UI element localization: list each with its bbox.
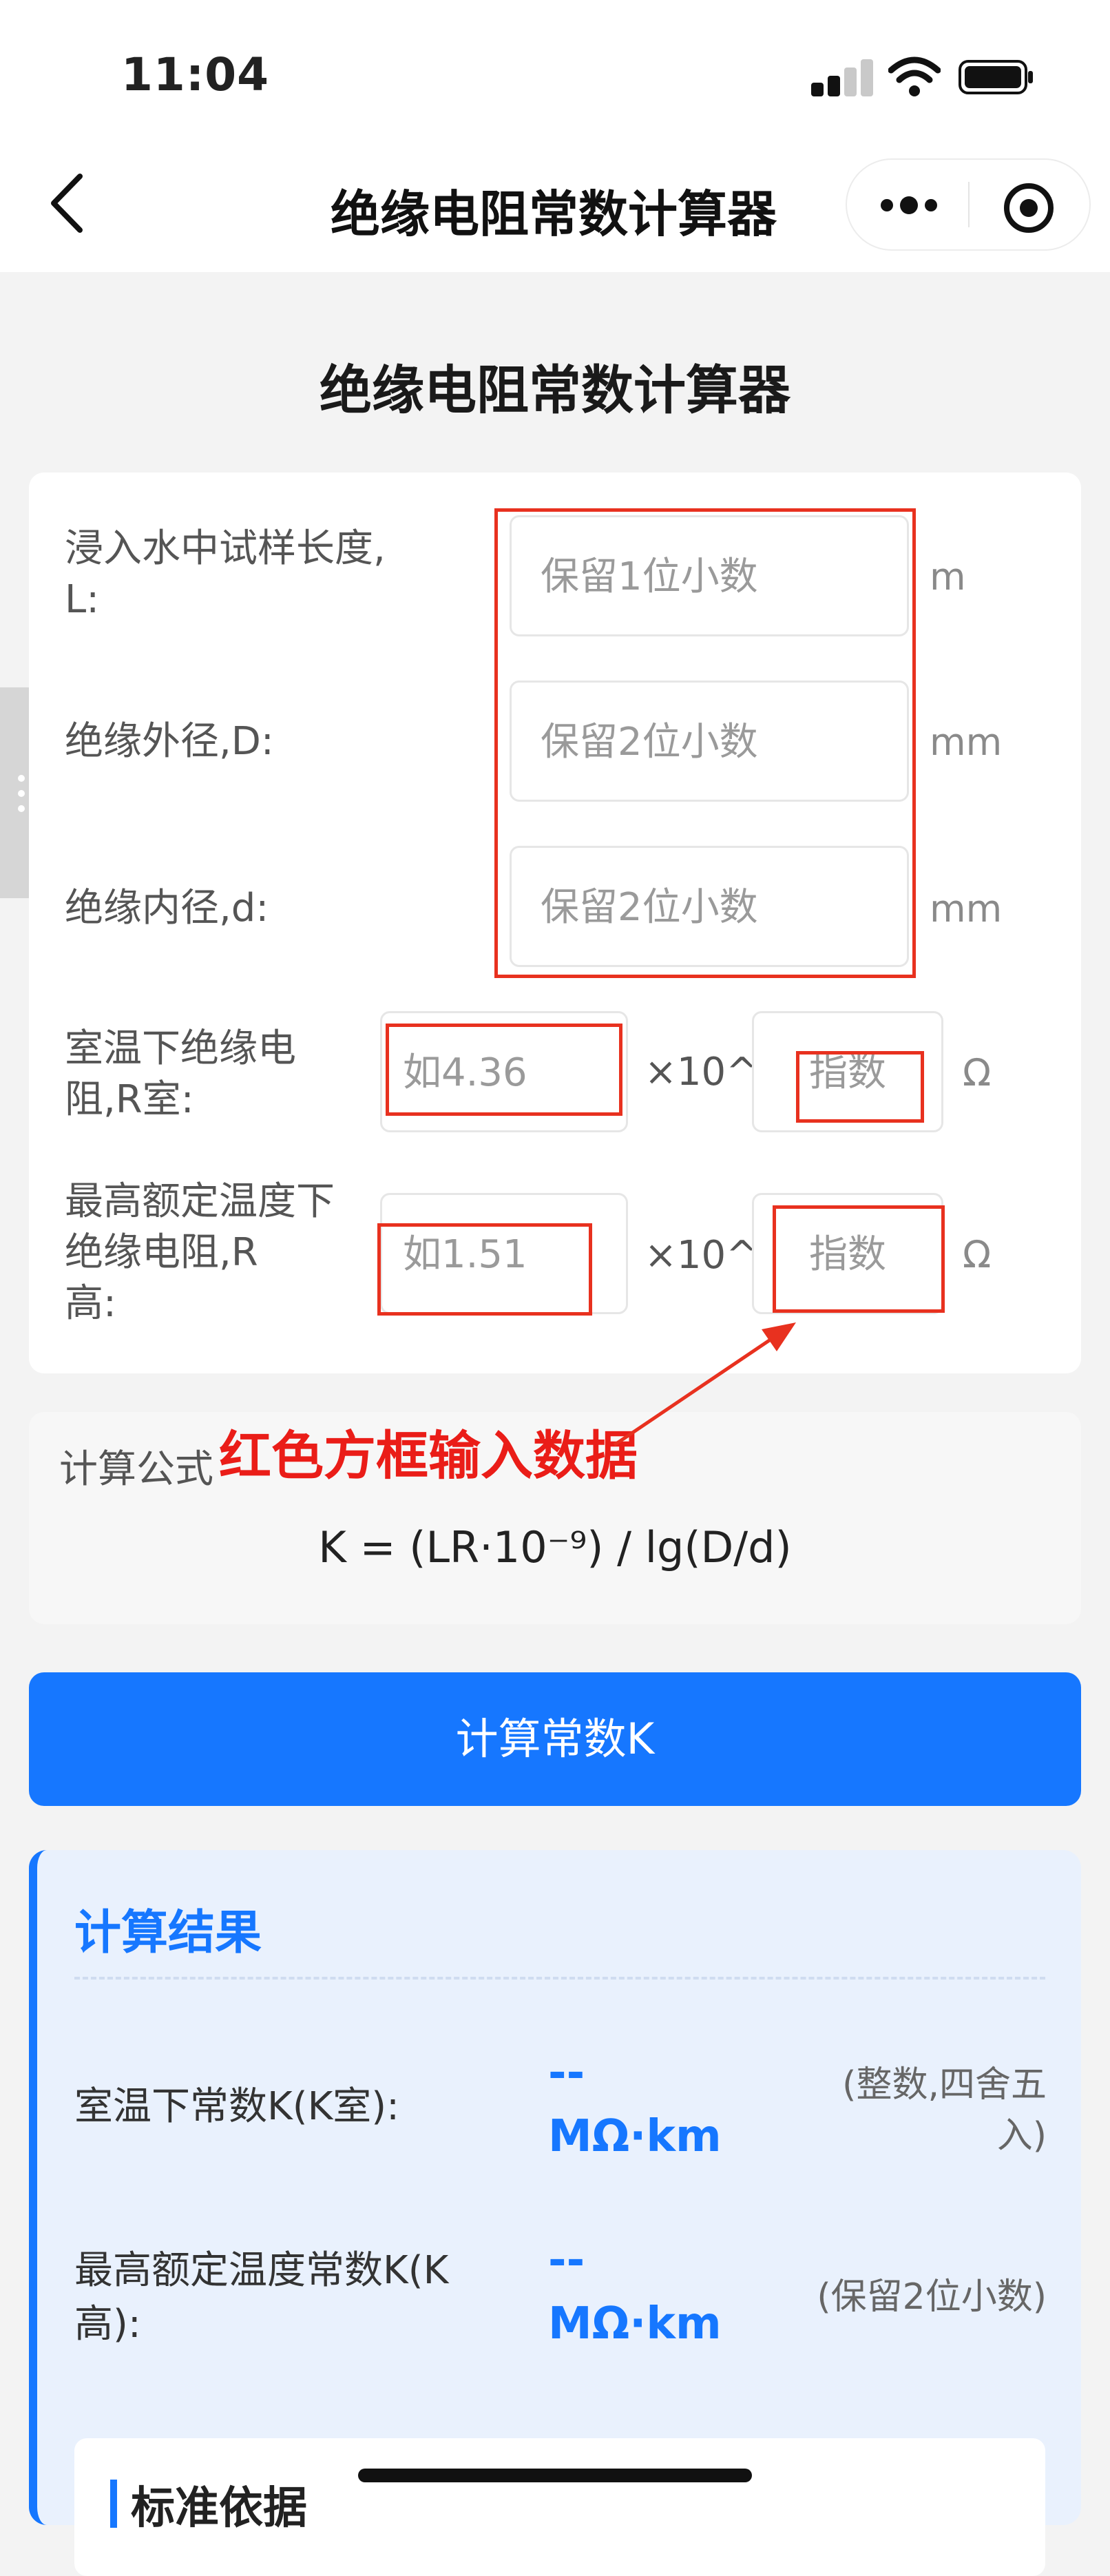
result-divider — [74, 1977, 1045, 1980]
r-high-exponent-highlight — [773, 1205, 945, 1313]
formula-expression: K = (LR·10⁻⁹) / lg(D/d) — [318, 1522, 792, 1572]
standard-accent-bar — [110, 2480, 117, 2528]
k-room-label: 室温下常数K(K室): — [74, 2084, 400, 2129]
r-high-label: 最高额定温度下 绝缘电阻,R 高: — [65, 1179, 335, 1326]
k-high-value: -- MΩ·km — [548, 2235, 722, 2349]
result-title: 计算结果 — [74, 1906, 262, 1960]
r-room-unit: Ω — [963, 1051, 992, 1094]
outer-diameter-unit: mm — [930, 720, 1003, 764]
page-title: 绝缘电阻常数计算器 — [320, 360, 790, 421]
r-high-mantissa-highlight — [377, 1223, 592, 1316]
length-unit: m — [930, 555, 966, 599]
r-room-label: 室温下绝缘电 阻,R室: — [65, 1026, 296, 1122]
home-indicator[interactable] — [358, 2469, 752, 2482]
r-room-mantissa-highlight — [386, 1024, 622, 1116]
close-target-icon[interactable] — [1001, 180, 1056, 236]
k-high-label: 最高额定温度常数K(K 高): — [74, 2248, 449, 2347]
calculate-button[interactable]: 计算常数K — [29, 1672, 1081, 1806]
annotation-arrow-icon — [613, 1322, 796, 1447]
k-high-note: (保留2位小数) — [817, 2276, 1047, 2318]
inner-diameter-label: 绝缘内径,d: — [65, 886, 269, 931]
drag-dots-icon — [18, 775, 25, 812]
wifi-icon — [888, 56, 941, 96]
k-room-value: -- MΩ·km — [548, 2048, 722, 2162]
battery-icon — [959, 60, 1033, 94]
formula-label: 计算公式 — [59, 1447, 213, 1492]
back-chevron-icon[interactable] — [48, 172, 87, 234]
k-room-note: (整数,四舍五 入) — [842, 2064, 1047, 2157]
r-room-times: ×10^ — [645, 1050, 759, 1094]
outer-diameter-label: 绝缘外径,D: — [65, 719, 274, 764]
inner-diameter-unit: mm — [930, 887, 1003, 931]
input-highlight-box — [494, 508, 916, 978]
annotation-text: 红色方框输入数据 — [219, 1425, 638, 1486]
length-label: 浸入水中试样长度, L: — [65, 526, 386, 622]
r-high-times: ×10^ — [645, 1233, 759, 1278]
standard-title: 标准依据 — [131, 2483, 307, 2534]
r-high-unit: Ω — [963, 1233, 992, 1276]
nav-title: 绝缘电阻常数计算器 — [331, 185, 777, 243]
status-time: 11:04 — [121, 48, 270, 101]
more-icon[interactable] — [876, 186, 942, 225]
capsule-divider — [968, 182, 970, 227]
r-room-exponent-highlight — [796, 1051, 924, 1123]
signal-icon — [811, 59, 873, 96]
